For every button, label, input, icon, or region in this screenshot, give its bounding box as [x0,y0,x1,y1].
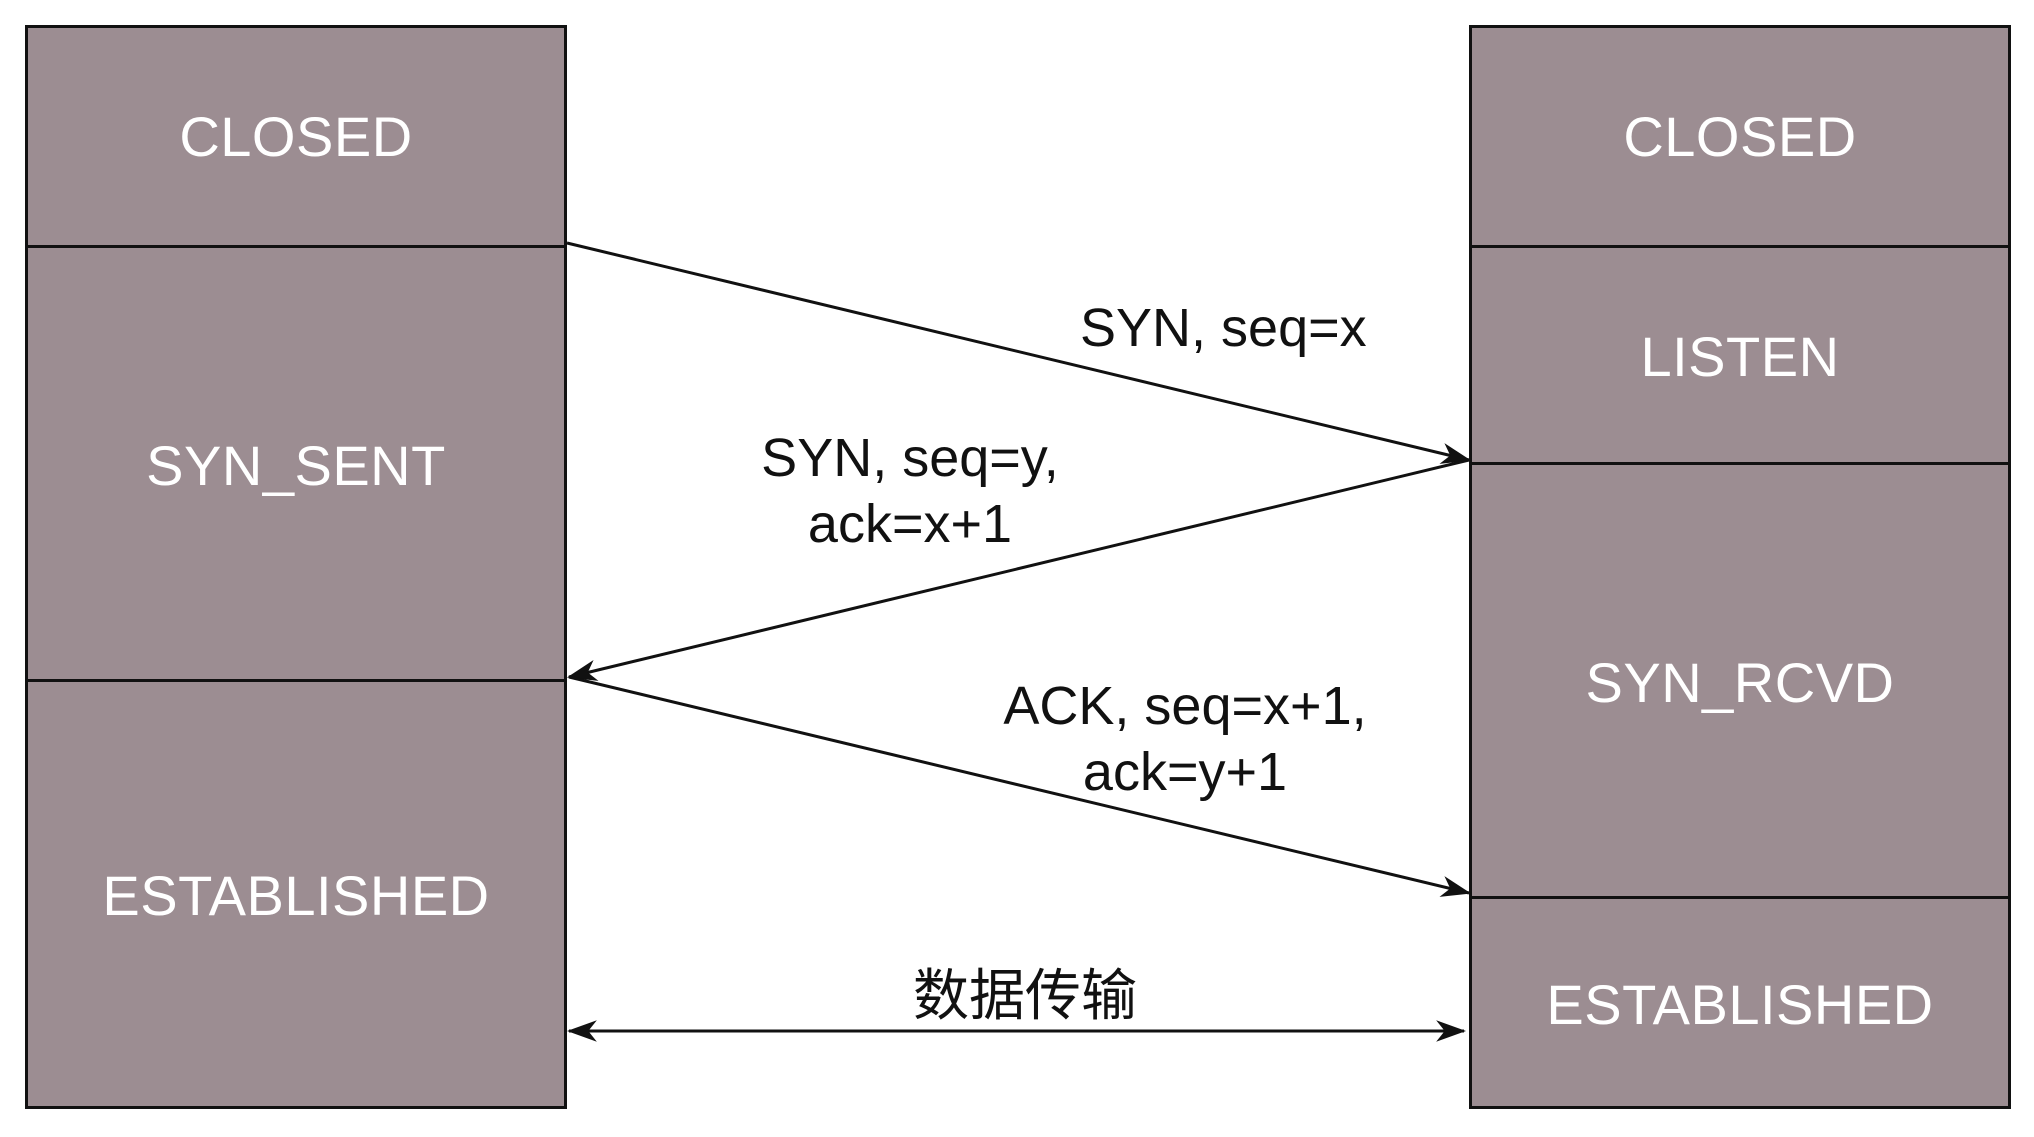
syn-ack-label-line1: SYN, seq=y, [761,428,1059,488]
syn-label: SYN, seq=x [1080,295,1367,361]
ack-label: ACK, seq=x+1, ack=y+1 [975,673,1395,805]
syn-ack-label: SYN, seq=y, ack=x+1 [740,425,1080,557]
syn-label-line1: SYN, seq=x [1080,298,1367,358]
data-transfer-label-line1: 数据传输 [913,964,1137,1029]
ack-label-line1: ACK, seq=x+1, [1003,676,1367,736]
data-transfer-label: 数据传输 [905,964,1145,1030]
ack-label-line2: ack=y+1 [1082,742,1288,802]
syn-ack-label-line2: ack=x+1 [807,494,1013,554]
